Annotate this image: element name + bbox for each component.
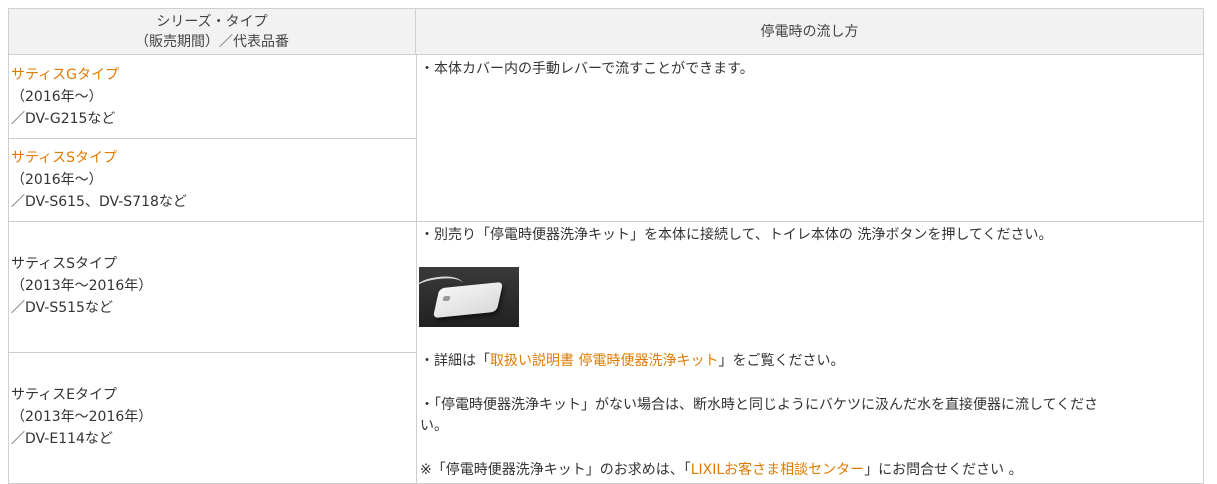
header-period-label: （販売期間）／代表品番 (135, 33, 289, 50)
series-model: ／DV-S515など (11, 300, 113, 316)
series-link[interactable]: サティスGタイプ (11, 64, 411, 86)
table-row-satis-s-old: サティスSタイプ （2013年～2016年） ／DV-S515など (11, 253, 411, 319)
series-model: ／DV-G215など (11, 111, 116, 127)
detail-prefix: ・詳細は「 (420, 353, 490, 369)
kit-instruction: ・別売り「停電時便器洗浄キット」を本体に接続して、トイレ本体の 洗浄ボタンを押し… (420, 227, 1053, 243)
manual-lever-instruction: ・本体カバー内の手動レバーで流すことができます。 (420, 61, 754, 77)
series-name: サティスEタイプ (11, 387, 118, 403)
row-divider-3 (9, 352, 416, 353)
series-period: （2013年～2016年） (11, 278, 153, 294)
header-series-type: シリーズ・タイプ （販売期間）／代表品番 (9, 9, 416, 55)
series-period: （2016年～） (11, 172, 103, 188)
series-name: サティスSタイプ (11, 256, 118, 272)
table-row-satis-s-new: サティスSタイプ （2016年～） ／DV-S615、DV-S718など (11, 147, 411, 213)
purchase-note: ※「停電時便器洗浄キット」のお求めは、「LIXILお客さま相談センター」にお問合… (420, 460, 1023, 480)
bucket-instruction-line2: い。 (420, 418, 448, 434)
power-outage-table: シリーズ・タイプ （販売期間）／代表品番 停電時の流し方 サティスGタイプ （2… (8, 8, 1204, 484)
series-period: （2013年～2016年） (11, 409, 153, 425)
header-flush-method: 停電時の流し方 (416, 9, 1203, 55)
note-prefix: ※「停電時便器洗浄キット」のお求めは、「 (420, 462, 691, 478)
series-link[interactable]: サティスSタイプ (11, 147, 411, 169)
column-divider (416, 55, 417, 483)
table-row-satis-g: サティスGタイプ （2016年～） ／DV-G215など (11, 64, 411, 130)
support-center-link[interactable]: LIXILお客さま相談センター (691, 462, 864, 478)
manual-reference: ・詳細は「取扱い説明書 停電時便器洗浄キット」をご覧ください。 (420, 351, 844, 371)
flush-kit-photo (419, 267, 519, 327)
row-divider-1 (9, 138, 416, 139)
row-divider-2 (9, 221, 1203, 222)
note-suffix: 」にお問合せください 。 (864, 462, 1023, 478)
detail-suffix: 」をご覧ください。 (718, 353, 845, 369)
series-period: （2016年～） (11, 89, 103, 105)
header-series-label: シリーズ・タイプ (156, 13, 268, 30)
series-model: ／DV-S615、DV-S718など (11, 194, 187, 210)
manual-link[interactable]: 取扱い説明書 停電時便器洗浄キット (490, 353, 718, 369)
bucket-instruction-line1: ・「停電時便器洗浄キット」がない場合は、断水時と同じようにバケツに汲んだ水を直接… (420, 397, 1099, 413)
table-row-satis-e: サティスEタイプ （2013年～2016年） ／DV-E114など (11, 384, 411, 450)
header-method-label: 停電時の流し方 (760, 23, 859, 40)
series-model: ／DV-E114など (11, 431, 113, 447)
